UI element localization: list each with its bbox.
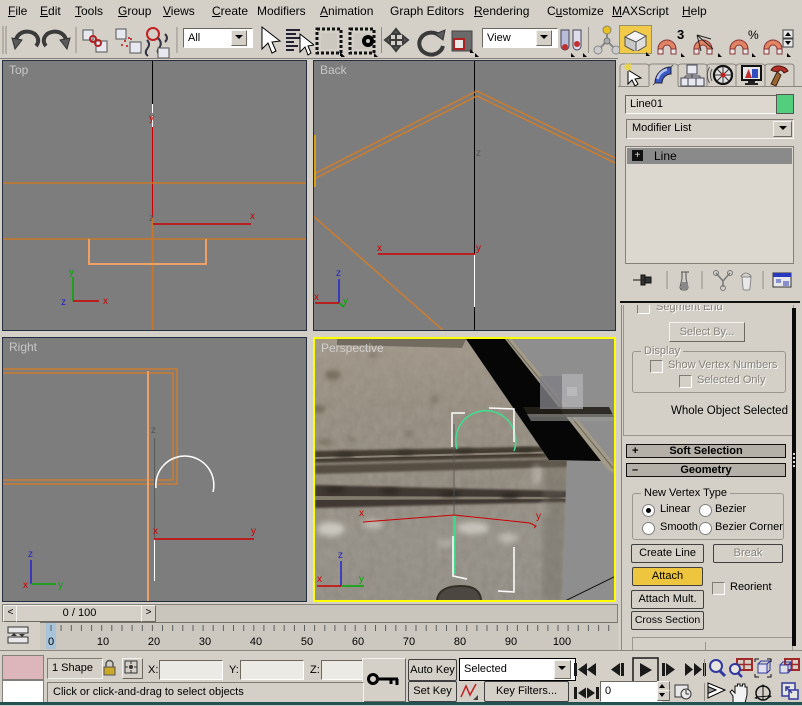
svg-text:y: y: [69, 267, 74, 278]
svg-text:y: y: [149, 113, 154, 124]
svg-text:z: z: [476, 148, 481, 159]
svg-text:y: y: [476, 243, 481, 254]
svg-text:y: y: [343, 296, 348, 307]
svg-text:30: 30: [199, 636, 211, 648]
svg-text:y: y: [251, 526, 256, 537]
svg-text:x: x: [23, 580, 28, 591]
svg-text:z: z: [151, 425, 156, 436]
svg-text:z: z: [336, 268, 341, 279]
svg-text:z: z: [28, 549, 33, 560]
svg-text:x: x: [317, 574, 322, 585]
svg-text:80: 80: [454, 636, 466, 648]
svg-text:0: 0: [48, 636, 54, 648]
svg-text:x: x: [314, 292, 319, 303]
svg-text:100: 100: [553, 636, 571, 648]
svg-text:70: 70: [403, 636, 415, 648]
svg-text:60: 60: [352, 636, 364, 648]
svg-text:40: 40: [250, 636, 262, 648]
svg-text:x: x: [153, 526, 158, 537]
svg-text:y: y: [58, 580, 63, 591]
svg-text:y: y: [536, 511, 541, 522]
svg-text:50: 50: [301, 636, 313, 648]
svg-text:x: x: [250, 211, 255, 222]
svg-text:90: 90: [505, 636, 517, 648]
svg-text:10: 10: [97, 636, 109, 648]
svg-text:x: x: [359, 508, 364, 519]
svg-text:20: 20: [148, 636, 160, 648]
svg-text:z: z: [338, 550, 343, 561]
svg-text:z: z: [61, 297, 66, 308]
svg-text:y: y: [359, 574, 364, 585]
svg-text:x: x: [377, 243, 382, 254]
svg-text:x: x: [103, 296, 108, 307]
